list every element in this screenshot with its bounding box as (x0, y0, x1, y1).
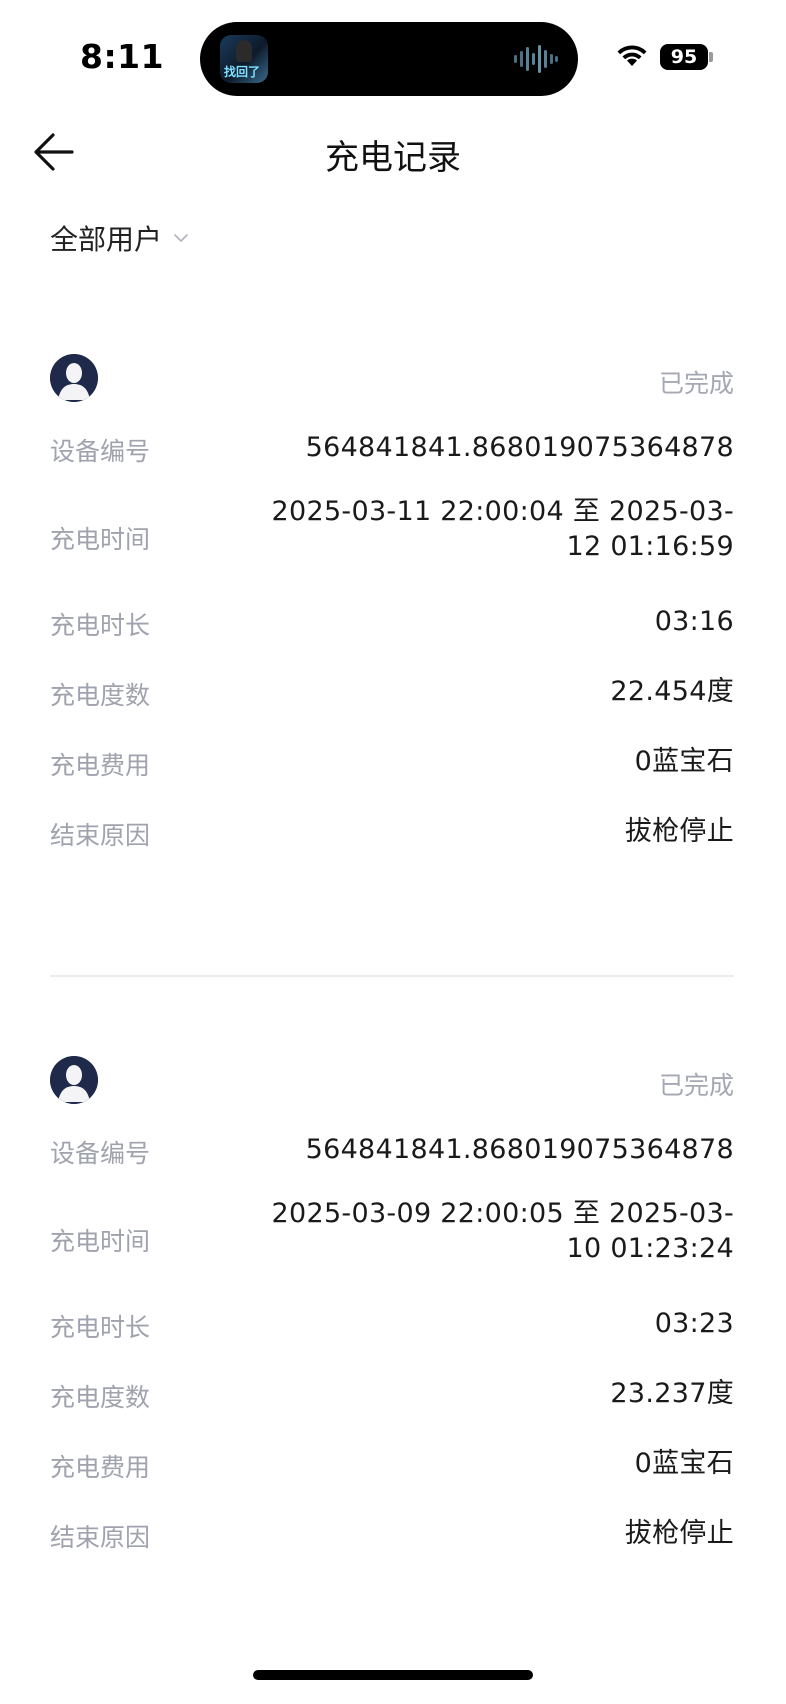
device-id-value: 564841841.868019075364878 (305, 432, 734, 463)
field-label: 充电时间 (50, 1227, 151, 1256)
charge-time-value: 2025-03-09 22:00:05 至 2025-03- 10 01:23:… (272, 1196, 734, 1266)
field-label: 充电度数 (50, 681, 151, 710)
field-label: 结束原因 (50, 1523, 151, 1552)
field-label: 充电度数 (50, 1383, 151, 1412)
field-charge-time: 充电时间 2025-03-09 22:00:05 至 2025-03- 10 0… (50, 1198, 734, 1306)
field-label: 充电费用 (50, 1453, 151, 1482)
status-bar: 8:11 找回了 95 (0, 0, 786, 110)
user-avatar (50, 354, 98, 402)
page-title: 充电记录 (325, 138, 461, 178)
dynamic-island[interactable]: 找回了 (200, 22, 578, 96)
end-reason-value: 拔枪停止 (624, 816, 734, 847)
record-divider (50, 975, 734, 977)
charge-record[interactable]: 已完成 设备编号 564841841.868019075364878 充电时间 … (50, 354, 734, 884)
battery-tip (709, 52, 713, 62)
user-avatar-icon (50, 354, 98, 402)
field-label: 充电费用 (50, 751, 151, 780)
field-cost: 充电费用 0蓝宝石 (50, 1446, 734, 1516)
user-avatar-icon (50, 1056, 98, 1104)
status-badge: 已完成 (658, 369, 734, 398)
field-label: 设备编号 (50, 437, 151, 466)
end-reason-value: 拔枪停止 (624, 1518, 734, 1549)
field-label: 结束原因 (50, 821, 151, 850)
cost-value: 0蓝宝石 (634, 746, 734, 777)
field-device-id: 设备编号 564841841.868019075364878 (50, 430, 734, 500)
home-indicator[interactable] (253, 1670, 533, 1680)
field-cost: 充电费用 0蓝宝石 (50, 744, 734, 814)
duration-value: 03:16 (654, 606, 734, 637)
field-label: 充电时长 (50, 1313, 151, 1342)
field-end-reason: 结束原因 拔枪停止 (50, 814, 734, 884)
battery-indicator: 95 (660, 44, 708, 70)
field-end-reason: 结束原因 拔枪停止 (50, 1516, 734, 1586)
user-avatar (50, 1056, 98, 1104)
charge-record[interactable]: 已完成 设备编号 564841841.868019075364878 充电时间 … (50, 1056, 734, 1586)
status-time: 8:11 (80, 37, 165, 76)
app-thumbnail-text: 找回了 (224, 65, 261, 79)
audio-wave-icon (514, 45, 558, 73)
cost-value: 0蓝宝石 (634, 1448, 734, 1479)
charge-time-end: 10 01:23:24 (566, 1233, 734, 1264)
field-energy: 充电度数 22.454度 (50, 674, 734, 744)
app-thumbnail-icon: 找回了 (220, 35, 268, 83)
field-label: 充电时长 (50, 611, 151, 640)
charge-time-start: 2025-03-09 22:00:05 至 2025-03- (271, 1198, 734, 1229)
charge-time-end: 12 01:16:59 (566, 531, 734, 562)
user-filter-label: 全部用户 (50, 223, 163, 256)
field-label: 设备编号 (50, 1139, 151, 1168)
device-id-value: 564841841.868019075364878 (305, 1134, 734, 1165)
duration-value: 03:23 (654, 1308, 734, 1339)
charge-time-value: 2025-03-11 22:00:04 至 2025-03- 12 01:16:… (272, 494, 734, 564)
energy-value: 23.237度 (610, 1378, 734, 1409)
energy-value: 22.454度 (610, 676, 734, 707)
status-badge: 已完成 (658, 1071, 734, 1100)
charge-time-start: 2025-03-11 22:00:04 至 2025-03- (271, 496, 734, 527)
nav-bar: 充电记录 (0, 110, 786, 190)
field-duration: 充电时长 03:16 (50, 604, 734, 674)
field-device-id: 设备编号 564841841.868019075364878 (50, 1132, 734, 1202)
wifi-icon (617, 45, 647, 66)
field-charge-time: 充电时间 2025-03-11 22:00:04 至 2025-03- 12 0… (50, 496, 734, 604)
field-label: 充电时间 (50, 525, 151, 554)
user-filter-dropdown[interactable]: 全部用户 (50, 218, 188, 258)
field-energy: 充电度数 23.237度 (50, 1376, 734, 1446)
field-duration: 充电时长 03:23 (50, 1306, 734, 1376)
chevron-down-icon (174, 234, 188, 242)
